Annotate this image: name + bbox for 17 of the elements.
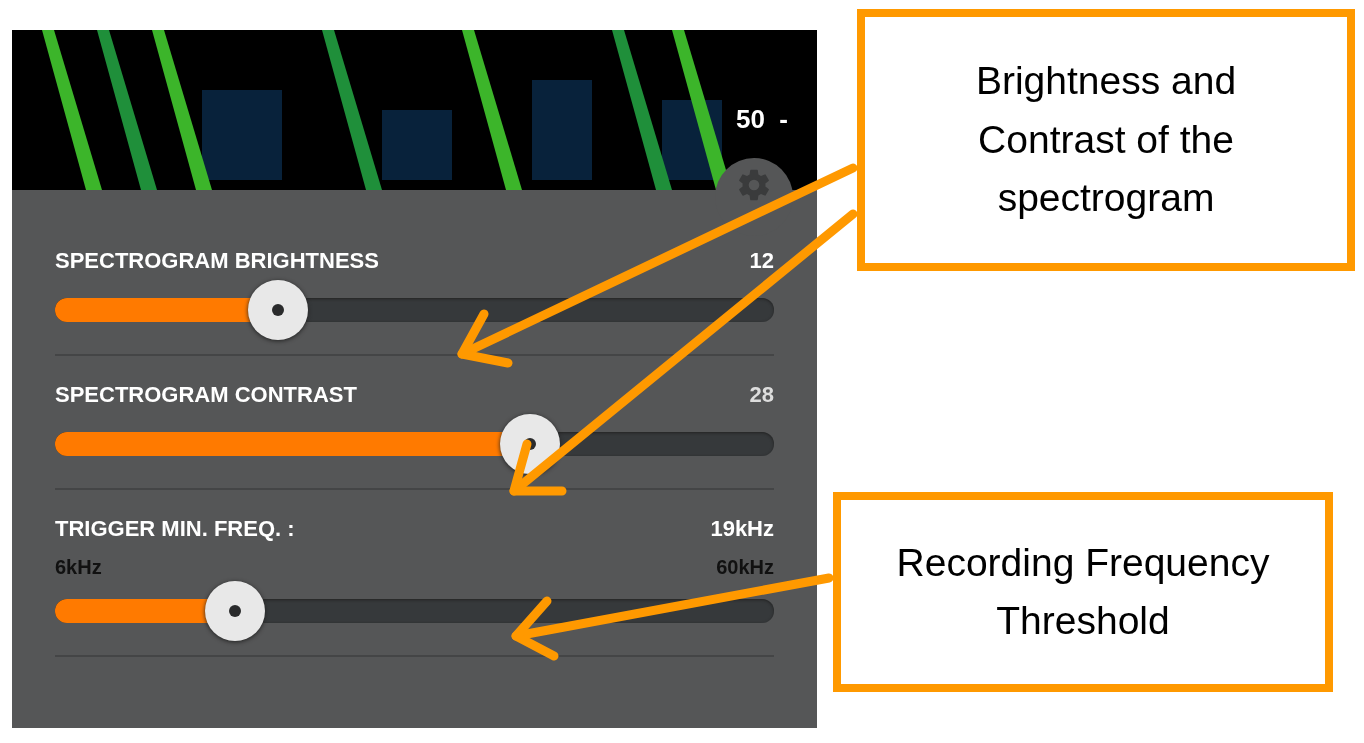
slider[interactable] xyxy=(55,581,774,641)
callout-text: Brightness and Contrast of the spectrogram xyxy=(974,58,1238,222)
slider[interactable] xyxy=(55,414,774,474)
slider[interactable] xyxy=(55,280,774,340)
min-label: 6kHz xyxy=(55,556,102,579)
slider-thumb[interactable] xyxy=(204,581,265,641)
setting-label: SPECTROGRAM BRIGHTNESS xyxy=(55,248,379,274)
scale-label: 50 - xyxy=(736,104,789,135)
setting-value: 19kHz xyxy=(710,516,774,542)
max-label: 60kHz xyxy=(716,556,774,579)
slider-thumb[interactable] xyxy=(247,280,308,340)
setting-label: SPECTROGRAM CONTRAST xyxy=(55,382,357,408)
callout-text: Recording Frequency Threshold xyxy=(895,539,1271,644)
settings-icon xyxy=(737,168,771,202)
setting-value: 28 xyxy=(749,382,774,408)
setting-value: 12 xyxy=(749,248,774,274)
setting-label: TRIGGER MIN. FREQ. : xyxy=(55,516,295,542)
